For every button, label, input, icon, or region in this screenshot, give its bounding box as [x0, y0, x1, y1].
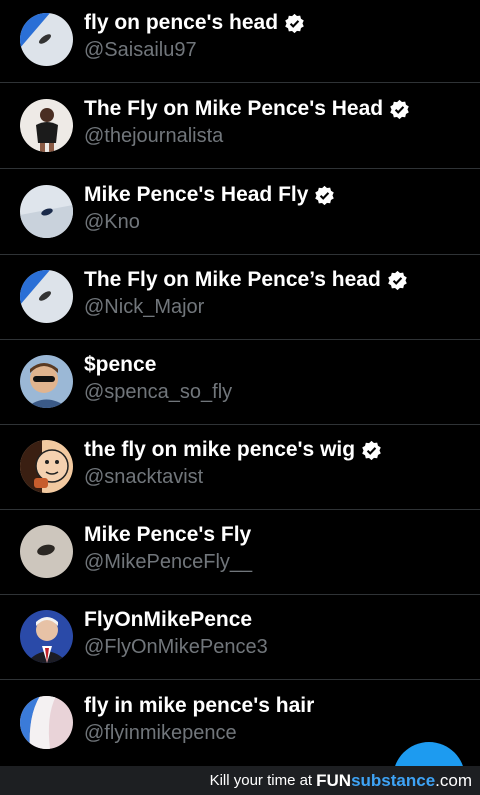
verified-badge-icon: [388, 270, 407, 290]
account-name[interactable]: the fly on mike pence's wig: [84, 438, 382, 462]
account-name[interactable]: fly on pence's head: [84, 11, 305, 35]
account-row[interactable]: Mike Pence's Fly @MikePenceFly__: [0, 510, 480, 595]
fly-on-hair-avatar[interactable]: [20, 270, 73, 323]
account-row[interactable]: Mike Pence's Head Fly @Kno: [0, 170, 480, 255]
verified-badge-icon: [285, 13, 304, 33]
watermark-footer: Kill your time at FUNsubstance.com: [0, 766, 480, 795]
verified-badge-icon: [362, 440, 381, 460]
verified-badge-icon: [390, 99, 409, 119]
mike-pence-avatar[interactable]: [20, 610, 73, 663]
account-name[interactable]: $pence: [84, 353, 156, 377]
account-handle: @FlyOnMikePence3: [84, 636, 268, 658]
account-handle: @spenca_so_fly: [84, 381, 233, 403]
account-row[interactable]: the fly on mike pence's wig @snacktavist: [0, 425, 480, 510]
fly-closeup-avatar[interactable]: [20, 525, 73, 578]
footer-prefix: Kill your time at: [209, 772, 313, 789]
cartoon-face-avatar[interactable]: [20, 440, 73, 493]
account-row[interactable]: FlyOnMikePence @FlyOnMikePence3: [0, 595, 480, 680]
brand-substance: substance: [351, 770, 436, 790]
account-handle: @snacktavist: [84, 466, 204, 488]
account-name[interactable]: Mike Pence's Head Fly: [84, 183, 335, 207]
account-row[interactable]: The Fly on Mike Pence's Head @thejournal…: [0, 84, 480, 169]
brand-logo[interactable]: FUNsubstance.com: [316, 771, 472, 791]
account-row[interactable]: fly on pence's head @Saisailu97: [0, 0, 480, 83]
sunglasses-kid-avatar[interactable]: [20, 355, 73, 408]
person-photo-avatar[interactable]: [20, 99, 73, 152]
account-handle: @MikePenceFly__: [84, 551, 253, 573]
account-row[interactable]: $pence @spenca_so_fly: [0, 340, 480, 425]
brand-fun: FUN: [316, 770, 352, 790]
account-name[interactable]: fly in mike pence's hair: [84, 694, 314, 718]
account-name[interactable]: Mike Pence's Fly: [84, 523, 251, 547]
account-handle: @Nick_Major: [84, 296, 205, 318]
fly-on-hair-avatar[interactable]: [20, 13, 73, 66]
account-row[interactable]: The Fly on Mike Pence’s head @Nick_Major: [0, 255, 480, 340]
brand-com: .com: [435, 770, 472, 790]
white-hair-avatar[interactable]: [20, 696, 73, 749]
account-handle: @Saisailu97: [84, 39, 197, 61]
account-handle: @Kno: [84, 211, 140, 233]
account-handle: @thejournalista: [84, 125, 224, 147]
account-name[interactable]: FlyOnMikePence: [84, 608, 252, 632]
fly-on-hair-avatar[interactable]: [20, 185, 73, 238]
verified-badge-icon: [315, 185, 335, 205]
account-handle: @flyinmikepence: [84, 722, 237, 744]
account-name[interactable]: The Fly on Mike Pence's Head: [84, 97, 410, 121]
account-name[interactable]: The Fly on Mike Pence’s head: [84, 268, 408, 292]
